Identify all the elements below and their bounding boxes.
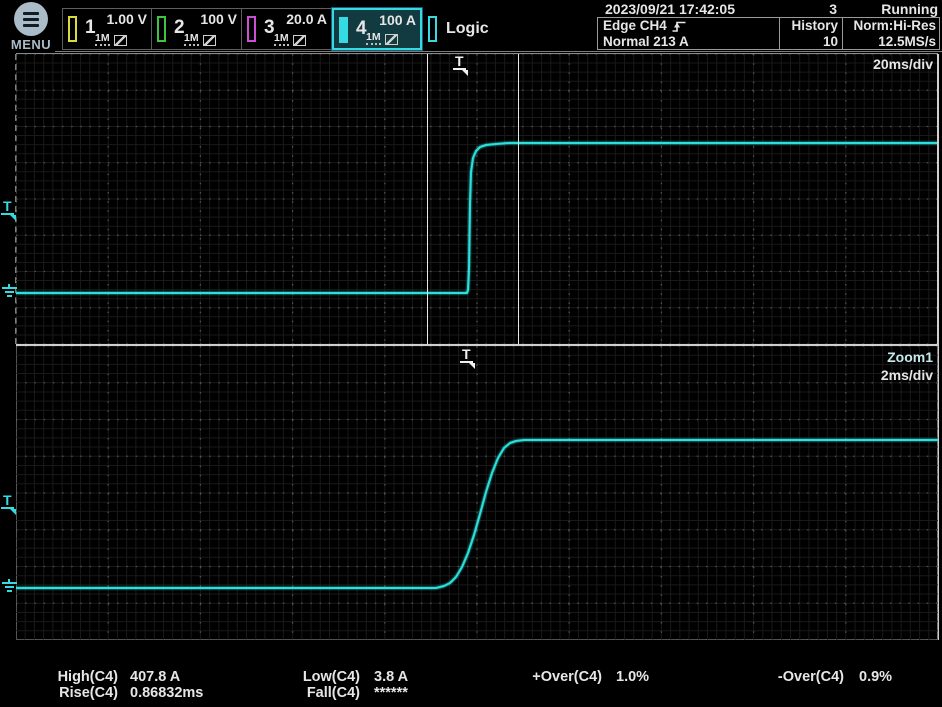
hamburger-menu-icon <box>14 2 48 36</box>
probe-icon <box>114 35 127 46</box>
history-cell[interactable]: History 10 <box>779 18 842 49</box>
zoom-timebase: 2ms/div <box>881 367 933 383</box>
ch4-ground-marker-main[interactable] <box>1 284 18 297</box>
channel-4-number: 4 <box>356 18 367 40</box>
acquisition-cell[interactable]: Norm:Hi-Res 12.5MS/s <box>842 18 939 49</box>
acquisition-count: 3 <box>829 1 837 17</box>
channel-3-scale: 20.0 A <box>286 11 327 27</box>
channel-3-button[interactable]: 3 20.0 A 1M <box>242 8 332 50</box>
menu-label: MENU <box>6 37 56 52</box>
channel-4-impedance: 1M <box>366 32 381 45</box>
trigger-info-box: Edge CH4 Normal 213 A History 10 Norm:Hi… <box>597 17 940 50</box>
history-label: History <box>780 18 838 34</box>
trigger-position-marker[interactable]: T <box>453 55 468 76</box>
ch4-main-waveform <box>16 54 938 344</box>
status-row: 2023/09/21 17:42:05 3 Running <box>597 1 940 17</box>
measure-high-value: 407.8 A <box>130 669 180 685</box>
channel-4-button[interactable]: 4 100 A 1M <box>332 8 422 50</box>
zoom-waveform-window: Zoom1 2ms/div <box>16 346 938 640</box>
measure-fall-label: Fall(C4) <box>276 685 360 701</box>
measure-low-label: Low(C4) <box>276 669 360 685</box>
datetime: 2023/09/21 17:42:05 <box>605 1 735 17</box>
channel-1-button[interactable]: 1 1.00 V 1M <box>62 8 152 50</box>
measure-pover-value: 1.0% <box>616 669 649 685</box>
topbar-divider <box>55 51 942 52</box>
rising-edge-icon <box>672 19 686 33</box>
zoom-region-left-line[interactable] <box>427 54 428 344</box>
channel-3-color-chip <box>247 16 256 42</box>
zoom-region-right-line[interactable] <box>518 54 519 344</box>
acquisition-mode: Norm:Hi-Res <box>843 18 936 34</box>
channel-2-scale: 100 V <box>200 11 237 27</box>
zoom-trigger-position-marker[interactable]: T <box>460 348 475 369</box>
trigger-mode: Edge CH4 <box>603 18 667 34</box>
main-timebase: 20ms/div <box>873 56 933 72</box>
channel-3-number: 3 <box>264 17 275 39</box>
measure-rise-value: 0.86832ms <box>130 685 203 701</box>
probe-icon <box>203 35 216 46</box>
channel-2-impedance: 1M <box>184 33 199 46</box>
channel-2-number: 2 <box>174 17 185 39</box>
logic-button[interactable]: Logic <box>428 8 489 50</box>
channel-4-scale: 100 A <box>379 12 416 28</box>
trigger-settings[interactable]: Edge CH4 Normal 213 A <box>598 18 779 49</box>
measure-rise-label: Rise(C4) <box>36 685 118 701</box>
channel-2-button[interactable]: 2 100 V 1M <box>152 8 242 50</box>
measure-nover-value: 0.9% <box>859 669 892 685</box>
ch4-zoom-waveform <box>16 346 938 640</box>
probe-icon <box>293 35 306 46</box>
measure-high-label: High(C4) <box>36 669 118 685</box>
trigger-level: Normal 213 A <box>603 34 779 50</box>
channel-1-color-chip <box>68 16 77 42</box>
measure-low-value: 3.8 A <box>374 669 408 685</box>
history-value: 10 <box>780 34 838 50</box>
logic-color-chip <box>428 16 437 42</box>
channel-1-scale: 1.00 V <box>107 11 147 27</box>
ch4-trigger-level-marker[interactable]: T <box>1 200 16 221</box>
ch4-trigger-level-marker-zoom[interactable]: T <box>1 494 16 515</box>
run-state: Running <box>881 1 938 17</box>
channel-4-color-chip <box>339 17 348 43</box>
measure-fall-value: ****** <box>374 685 408 701</box>
zoom-window-label: Zoom1 <box>887 349 933 365</box>
menu-button[interactable]: MENU <box>6 2 56 52</box>
sample-rate: 12.5MS/s <box>843 34 936 50</box>
channel-1-impedance: 1M <box>95 33 110 46</box>
channel-bar: 1 1.00 V 1M 2 100 V 1M 3 20.0 A 1M 4 100… <box>62 8 422 50</box>
channel-1-number: 1 <box>85 17 96 39</box>
probe-icon <box>385 34 398 45</box>
measure-nover-label: -Over(C4) <box>748 669 844 685</box>
ch4-ground-marker-zoom[interactable] <box>1 579 18 592</box>
channel-3-impedance: 1M <box>274 33 289 46</box>
logic-label: Logic <box>446 20 489 38</box>
measure-pover-label: +Over(C4) <box>512 669 602 685</box>
main-waveform-window: 20ms/div <box>16 54 938 344</box>
channel-2-color-chip <box>157 16 166 42</box>
